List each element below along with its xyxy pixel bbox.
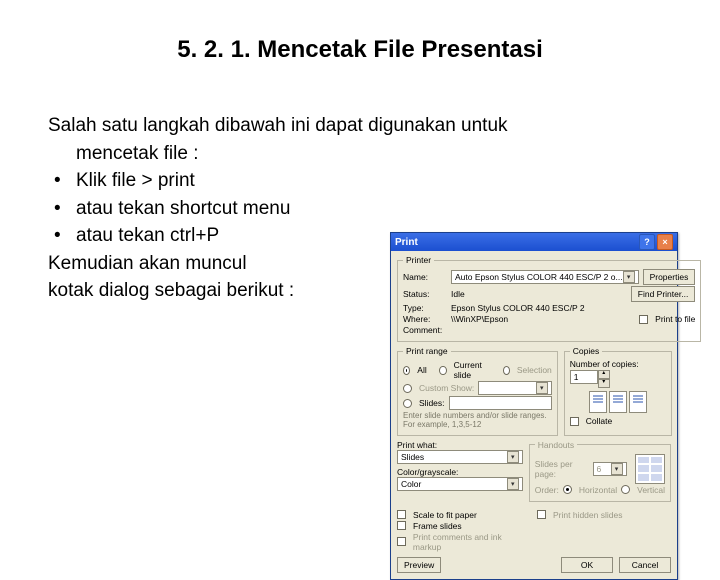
printer-name-combo[interactable]: Auto Epson Stylus COLOR 440 ESC/P 2 o...… [451,270,639,284]
bullet-dot-icon: • [48,167,76,195]
dialog-body: Printer Name: Auto Epson Stylus COLOR 44… [391,251,677,579]
find-printer-button[interactable]: Find Printer... [631,286,696,302]
comments-checkbox[interactable] [397,537,406,546]
printer-comment-label: Comment: [403,325,447,335]
properties-button[interactable]: Properties [643,269,696,285]
chevron-down-icon[interactable]: ▾ [611,463,623,475]
print-range-legend: Print range [403,346,451,356]
collate-label: Collate [586,416,612,426]
range-current-label: Current slide [454,360,490,380]
collate-figure [570,391,666,413]
handouts-group: Handouts Slides per page: 6 ▾ Order [529,440,671,502]
sheet-icon [609,391,627,413]
dialog-title: Print [395,237,637,248]
bullet-item: • Klik file > print [48,167,672,195]
chevron-down-icon[interactable]: ▾ [536,382,548,394]
lead-line-1: Salah satu langkah dibawah ini dapat dig… [48,112,672,140]
bullet-text: Klik file > print [76,167,195,195]
print-to-file-checkbox[interactable] [639,315,648,324]
chevron-down-icon[interactable]: ▾ [623,271,635,283]
order-horiz-label: Horizontal [579,485,617,495]
printer-status-label: Status: [403,289,447,299]
sheet-icon [629,391,647,413]
bullet-dot-icon: • [48,222,76,250]
spin-down-icon[interactable]: ▾ [598,379,610,388]
printer-name-label: Name: [403,272,447,282]
close-icon[interactable]: × [657,234,673,250]
color-combo[interactable]: Color ▾ [397,477,523,491]
frame-label: Frame slides [413,521,462,531]
bullet-text: atau tekan shortcut menu [76,195,290,223]
scale-checkbox[interactable] [397,510,406,519]
handout-preview-icon [635,454,666,484]
frame-checkbox[interactable] [397,521,406,530]
comments-label: Print comments and ink markup [413,532,531,552]
hidden-label: Print hidden slides [553,510,622,520]
range-current-radio[interactable] [439,366,446,375]
range-note: Enter slide numbers and/or slide ranges.… [403,412,552,430]
print-what-combo[interactable]: Slides ▾ [397,450,523,464]
print-what-value: Slides [401,452,424,462]
print-what-label: Print what: [397,440,523,450]
copies-group: Copies Number of copies: 1 ▴ ▾ [564,346,672,436]
range-selection-radio[interactable] [503,366,510,375]
range-custom-radio[interactable] [403,384,412,393]
range-slides-input[interactable] [449,396,552,410]
printer-legend: Printer [403,255,434,265]
order-label: Order: [535,485,559,495]
cancel-button[interactable]: Cancel [619,557,671,573]
ok-button[interactable]: OK [561,557,613,573]
print-to-file-label: Print to file [655,314,695,324]
bullet-text: atau tekan ctrl+P [76,222,219,250]
help-icon[interactable]: ? [639,234,655,250]
copies-legend: Copies [570,346,602,356]
range-slides-radio[interactable] [403,399,412,408]
bullet-dot-icon: • [48,195,76,223]
chevron-down-icon[interactable]: ▾ [507,478,519,490]
preview-button[interactable]: Preview [397,557,441,573]
color-label: Color/grayscale: [397,467,523,477]
lead-line-2: mencetak file : [48,140,672,168]
print-range-group: Print range All Current slide Selection … [397,346,558,436]
slide: 5. 2. 1. Mencetak File Presentasi Salah … [0,0,720,540]
bullet-item: • atau tekan shortcut menu [48,195,672,223]
spp-label: Slides per page: [535,459,589,479]
printer-type-label: Type: [403,303,447,313]
order-vert-label: Vertical [637,485,665,495]
range-custom-label: Custom Show: [419,383,474,393]
dialog-titlebar[interactable]: Print ? × [391,233,677,251]
color-value: Color [401,479,421,489]
custom-show-combo[interactable]: ▾ [478,381,551,395]
printer-group: Printer Name: Auto Epson Stylus COLOR 44… [397,255,701,342]
print-dialog: Print ? × Printer Name: Auto Epson Stylu… [390,232,678,580]
print-what-block: Print what: Slides ▾ Color/grayscale: Co… [397,440,523,506]
spin-up-icon[interactable]: ▴ [598,370,610,379]
order-horiz-radio[interactable] [563,485,572,494]
copies-value[interactable]: 1 [570,370,598,384]
copies-number-label: Number of copies: [570,359,666,369]
sheet-icon [589,391,607,413]
range-all-label: All [417,365,426,375]
slide-title: 5. 2. 1. Mencetak File Presentasi [48,36,672,64]
collate-checkbox[interactable] [570,417,579,426]
printer-where-label: Where: [403,314,447,324]
printer-where-value: \\WinXP\Epson [451,314,508,324]
chevron-down-icon[interactable]: ▾ [507,451,519,463]
printer-status-value: Idle [451,289,465,299]
hidden-checkbox[interactable] [537,510,546,519]
printer-name-value: Auto Epson Stylus COLOR 440 ESC/P 2 o... [455,272,623,282]
scale-label: Scale to fit paper [413,510,477,520]
printer-type-value: Epson Stylus COLOR 440 ESC/P 2 [451,303,585,313]
copies-spinbox[interactable]: 1 ▴ ▾ [570,370,610,388]
spp-combo[interactable]: 6 ▾ [593,462,627,476]
order-vert-radio[interactable] [621,485,630,494]
range-all-radio[interactable] [403,366,410,375]
range-selection-label: Selection [517,365,552,375]
spp-value: 6 [597,464,602,474]
handouts-legend: Handouts [535,440,577,450]
range-slides-label: Slides: [419,398,445,408]
